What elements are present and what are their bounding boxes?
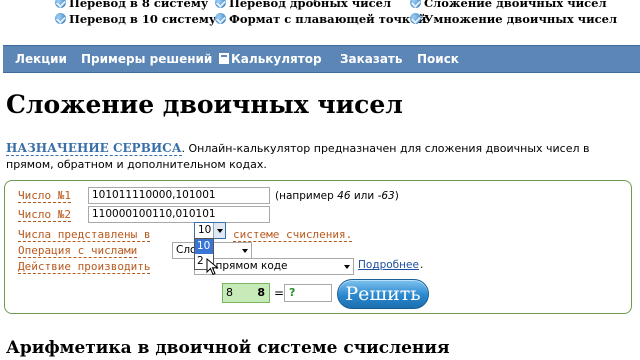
action-label: Действие производить: [18, 260, 151, 274]
solve-button[interactable]: Решить: [337, 279, 429, 309]
example-hint: (например 46 или -63): [275, 190, 399, 202]
result-field[interactable]: ?: [284, 284, 332, 302]
check-globe-icon: [410, 13, 421, 24]
top-links: Перевод в 8 систему Перевод дробных чисе…: [0, 0, 640, 36]
equals-sign: =: [274, 286, 285, 300]
check-globe-icon: [55, 13, 66, 24]
base-label-post: системе счисления.: [233, 228, 353, 242]
check-globe-icon: [215, 13, 226, 24]
operand-preview: 88: [222, 283, 270, 303]
base-select[interactable]: 10: [194, 222, 226, 239]
top-link-fraction[interactable]: Перевод дробных чисел: [215, 0, 391, 10]
chevron-down-icon[interactable]: [239, 243, 251, 258]
more-link-dot: .: [420, 259, 424, 271]
operation-label: Операция с числами: [18, 244, 138, 258]
check-globe-icon: [410, 0, 421, 8]
number1-input[interactable]: 101011110000,101001: [88, 187, 270, 204]
nav-order[interactable]: Заказать: [340, 52, 402, 66]
nav-search[interactable]: Поиск: [417, 52, 459, 66]
top-link-binary-add[interactable]: Сложение двоичных чисел: [410, 0, 607, 10]
number2-input[interactable]: 110000100110,010101: [88, 206, 270, 223]
top-link-dec[interactable]: Перевод в 10 систему: [55, 12, 216, 26]
check-globe-icon: [55, 0, 66, 8]
chevron-down-icon[interactable]: [341, 259, 353, 274]
mouse-cursor-icon: [206, 258, 219, 276]
top-link-binary-mul[interactable]: Умножение двоичных чисел: [410, 12, 617, 26]
calculator-icon: [219, 53, 229, 64]
more-link[interactable]: Подробнее: [358, 259, 419, 271]
service-intro: НАЗНАЧЕНИЕ СЕРВИСА. Онлайн-калькулятор п…: [6, 140, 634, 173]
chevron-down-icon[interactable]: [213, 223, 225, 238]
page-title: Сложение двоичных чисел: [6, 90, 403, 119]
service-tag: НАЗНАЧЕНИЕ СЕРВИСА: [6, 141, 182, 156]
top-link-float[interactable]: Формат с плавающей точкой: [215, 12, 426, 26]
top-link-oct[interactable]: Перевод в 8 систему: [55, 0, 208, 10]
nav-lectures[interactable]: Лекции: [15, 52, 67, 66]
nav-calculator[interactable]: Калькулятор: [219, 52, 322, 66]
check-globe-icon: [215, 0, 226, 8]
number2-label: Число №2: [18, 208, 71, 222]
number1-label: Число №1: [18, 189, 71, 203]
section-title: Арифметика в двоичной системе счисления: [6, 338, 450, 358]
main-navbar: Лекции Примеры решений Калькулятор Заказ…: [3, 45, 640, 73]
base-option-10[interactable]: 10: [195, 239, 213, 254]
base-label-pre: Числа представлены в: [18, 228, 151, 242]
nav-examples[interactable]: Примеры решений: [81, 52, 212, 66]
